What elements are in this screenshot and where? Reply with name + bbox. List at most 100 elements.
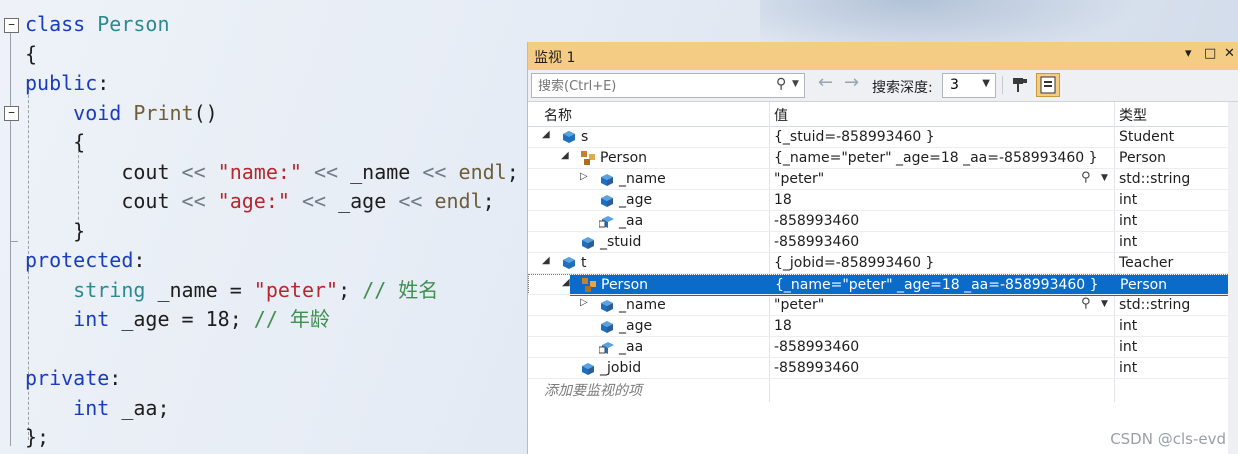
field-icon [580,360,596,376]
watermark: CSDN @cls-evd [1110,430,1226,448]
watch-row-name: _aa [619,213,644,229]
vertical-scrollbar[interactable] [1228,102,1238,454]
code-token: << [398,189,423,213]
code-token: // 姓名 [362,277,439,302]
watch-window[interactable]: 监视 1 ▾ □ ✕ ⚲ ▼ ← → 搜索深度: 3 ▼ 名称 值 类 [527,42,1238,454]
watch-row-type: Person [1120,277,1168,293]
collapse-arrow-icon[interactable]: ◢ [542,255,550,266]
code-line[interactable]: { [25,127,85,157]
collapse-class-icon[interactable]: − [4,18,19,33]
code-line[interactable]: }; [25,422,49,452]
field-icon [599,297,615,313]
watch-row-value[interactable]: {_stuid=-858993460 } [774,129,935,145]
watch-grid[interactable]: 名称 值 类型 ◢ s {_stuid=-858993460 } Student ◢ Pe… [528,102,1238,454]
code-line[interactable]: } [25,216,85,246]
watch-row[interactable]: ◢ s {_stuid=-858993460 } Student [528,127,1228,148]
watch-row-value[interactable]: -858993460 [774,234,859,250]
search-back-icon[interactable]: ← [818,72,833,93]
code-line[interactable]: int _age = 18; // 年龄 [25,304,330,334]
watch-row-name: _jobid [600,360,642,376]
add-watch-placeholder[interactable]: 添加要监视的项 [544,380,642,400]
watch-row-value[interactable]: {_name="peter" _age=18 _aa=-858993460 } [774,150,1098,166]
add-watch-row[interactable]: 添加要监视的项 [528,378,1228,399]
watch-row[interactable]: ▷ _name "peter" ⚲ ▼ std::string [528,169,1228,190]
watch-row-value[interactable]: -858993460 [774,213,859,229]
code-line[interactable]: protected: [25,245,145,275]
expand-arrow-icon[interactable]: ▷ [580,171,588,182]
collapse-arrow-icon[interactable]: ◢ [561,150,569,161]
code-token: : [97,71,110,95]
pin-icon[interactable] [1011,76,1029,94]
watch-row-name: _age [619,192,653,208]
watch-row[interactable]: ◢ t {_jobid=-858993460 } Teacher [528,253,1228,274]
search-icon[interactable]: ⚲ [776,76,786,92]
watch-row[interactable]: ◢ Person {_name="peter" _age=18 _aa=-85899… [528,148,1228,169]
code-token: Print [121,100,194,125]
code-token: int [73,395,110,420]
watch-row[interactable]: ▷ _name "peter" ⚲ ▼ std::string [528,295,1228,316]
column-header-name[interactable]: 名称 [544,105,572,125]
code-line[interactable]: int _aa; [25,393,169,423]
visualizer-magnifier-icon[interactable]: ⚲ [1081,170,1091,185]
code-token: << [301,159,339,184]
watch-row-type: int [1119,339,1138,355]
watch-row-value[interactable]: {_jobid=-858993460 } [774,255,934,271]
watch-row-value[interactable]: 18 [774,318,792,334]
maximize-icon[interactable]: □ [1204,46,1216,61]
collapse-arrow-icon[interactable]: ◢ [562,277,570,288]
watch-title-bar[interactable]: 监视 1 ▾ □ ✕ [528,42,1238,70]
code-line[interactable]: { [25,39,37,69]
code-line[interactable]: cout << "name:" << _name << endl; [25,157,519,187]
search-input[interactable] [536,76,770,96]
watch-row[interactable]: _age 18 int [528,316,1228,337]
base-class-icon [580,150,596,166]
watch-row-name-cell[interactable] [528,358,769,379]
code-line[interactable]: string _name = "peter"; // 姓名 [25,275,438,305]
code-token: { [25,130,86,154]
watch-row-type: int [1119,360,1138,376]
hex-display-icon[interactable] [1036,73,1060,97]
watch-row-value[interactable]: "peter" [774,297,824,313]
code-line[interactable]: void Print() [25,98,218,128]
expand-arrow-icon[interactable]: ▷ [580,297,588,308]
outline-guide [10,33,11,106]
code-token: ; [506,159,519,184]
watch-row-value[interactable]: 18 [774,192,792,208]
code-token: _age = 18; [109,307,254,331]
watch-row[interactable]: _aa -858993460 int [528,337,1228,358]
watch-title: 监视 1 [534,50,576,66]
search-box[interactable]: ⚲ ▼ [531,73,805,98]
visualizer-magnifier-icon[interactable]: ⚲ [1081,296,1091,311]
code-line[interactable]: public: [25,68,109,98]
watch-row[interactable]: _jobid -858993460 int [528,358,1228,379]
search-dropdown-icon[interactable]: ▼ [792,79,799,89]
watch-row-value[interactable]: -858993460 [774,360,859,376]
watch-row-name-cell[interactable] [528,232,769,253]
watch-row-name: _name [619,297,666,313]
window-menu-icon[interactable]: ▾ [1185,46,1192,61]
collapse-method-icon[interactable]: − [4,106,19,121]
watch-row-name-cell[interactable] [570,275,770,296]
visualizer-dropdown-icon[interactable]: ▼ [1101,173,1108,183]
watch-row[interactable]: _aa -858993460 int [528,211,1228,232]
column-header-type[interactable]: 类型 [1119,105,1147,125]
column-header-value[interactable]: 值 [774,105,788,125]
search-depth-select[interactable]: 3 ▼ [942,73,996,98]
code-line[interactable]: cout << "age:" << _age << endl; [25,186,494,216]
watch-row-value[interactable]: {_name="peter" _age=18 _aa=-858993460 } [775,277,1099,293]
watch-row-name-cell[interactable] [528,211,769,232]
watch-row-name-cell[interactable] [528,337,769,358]
field-icon [580,234,596,250]
code-line[interactable]: class Person [25,9,170,39]
watch-row[interactable]: _stuid -858993460 int [528,232,1228,253]
collapse-arrow-icon[interactable]: ◢ [542,129,550,140]
code-token: : [133,248,146,272]
watch-row[interactable]: ◢ Person {_name="peter" _age=18 _aa=-85899… [528,274,1229,296]
search-forward-icon[interactable]: → [844,72,859,93]
watch-row-value[interactable]: -858993460 [774,339,859,355]
watch-row-value[interactable]: "peter" [774,171,824,187]
watch-row[interactable]: _age 18 int [528,190,1228,211]
visualizer-dropdown-icon[interactable]: ▼ [1101,299,1108,309]
code-line[interactable]: private: [25,363,121,393]
close-icon[interactable]: ✕ [1224,46,1235,61]
